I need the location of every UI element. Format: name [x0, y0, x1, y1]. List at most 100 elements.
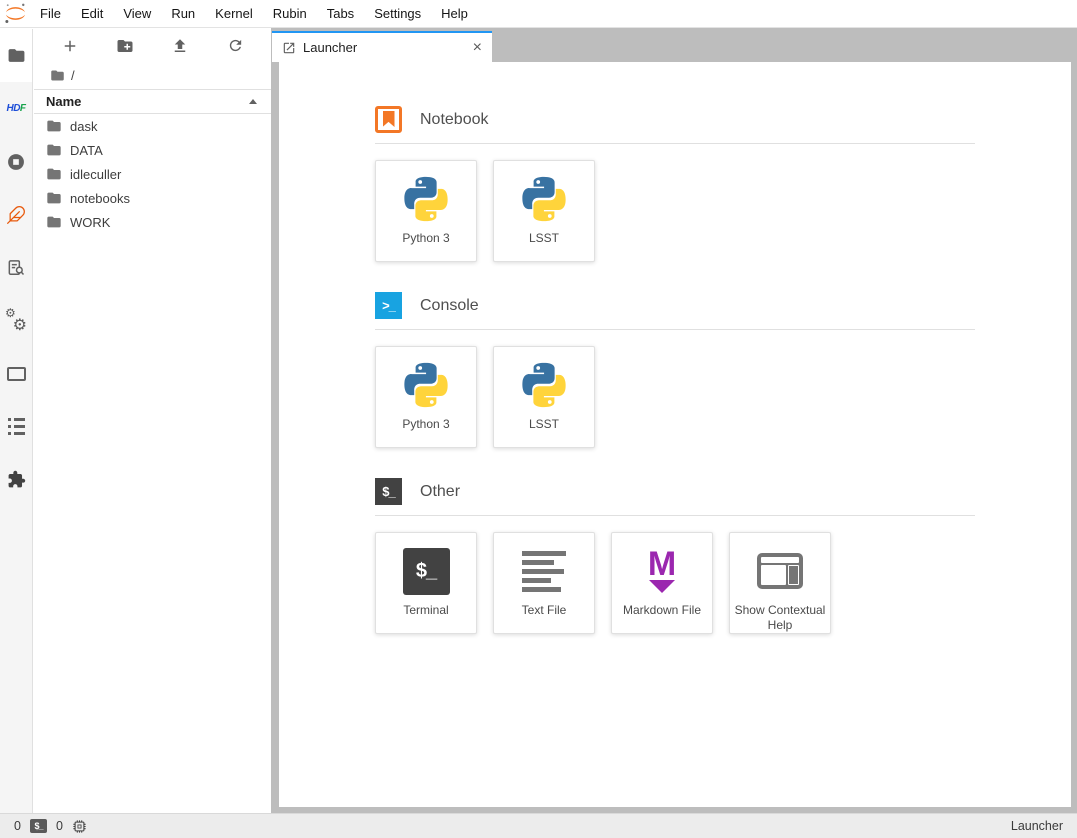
menu-settings[interactable]: Settings	[364, 0, 431, 28]
kernel-chip-icon	[72, 819, 87, 834]
card-label: Markdown File	[619, 603, 705, 618]
folder-row-idleculler[interactable]: idleculler	[34, 162, 271, 186]
menu-edit[interactable]: Edit	[71, 0, 113, 28]
launcher-card-notebook-lsst[interactable]: LSST	[493, 160, 595, 262]
running-kernels-icon	[6, 152, 26, 172]
menu-help[interactable]: Help	[431, 0, 478, 28]
folder-row-data[interactable]: DATA	[34, 138, 271, 162]
contextual-help-icon	[757, 553, 803, 589]
terminal-icon: $_	[403, 548, 450, 595]
puzzle-icon	[7, 470, 26, 489]
launcher-card-console-lsst[interactable]: LSST	[493, 346, 595, 448]
tab-title: Launcher	[303, 40, 357, 55]
terminal-icon: $_	[375, 478, 402, 505]
sidebar-tab-extension-manager[interactable]	[0, 453, 32, 506]
menu-tabs[interactable]: Tabs	[317, 0, 364, 28]
breadcrumb[interactable]: /	[34, 62, 271, 89]
new-folder-button[interactable]	[111, 33, 139, 59]
launcher-card-markdown-file[interactable]: M Markdown File	[611, 532, 713, 634]
card-label: LSST	[525, 231, 563, 246]
menu-kernel[interactable]: Kernel	[205, 0, 263, 28]
launcher-card-contextual-help[interactable]: Show Contextual Help	[729, 532, 831, 634]
folder-name: WORK	[70, 215, 110, 230]
terminal-icon: $_	[30, 819, 47, 833]
home-folder-icon	[50, 68, 65, 83]
folder-row-notebooks[interactable]: notebooks	[34, 186, 271, 210]
sidebar-tab-hdf5-viewer[interactable]: HDF	[0, 82, 32, 135]
python-logo-icon	[519, 171, 569, 227]
launcher-card-terminal[interactable]: $_ Terminal	[375, 532, 477, 634]
file-browser-panel: / Name dask DATA idleculler notebooks WO…	[34, 29, 271, 813]
sidebar-tab-dask[interactable]: ⚙⚙	[0, 294, 32, 347]
card-label: LSST	[525, 417, 563, 432]
list-icon	[8, 418, 25, 435]
launcher-icon	[282, 41, 296, 55]
folder-icon	[46, 118, 62, 134]
folder-icon	[7, 46, 26, 65]
console-icon: >_	[375, 292, 402, 319]
card-label: Show Contextual Help	[730, 603, 830, 633]
section-divider	[375, 515, 975, 516]
close-icon[interactable]: ×	[473, 40, 482, 56]
section-divider	[375, 329, 975, 330]
section-title: Other	[420, 483, 460, 501]
python-logo-icon	[401, 171, 451, 227]
folder-name: notebooks	[70, 191, 130, 206]
sidebar-tab-table-of-contents[interactable]	[0, 400, 32, 453]
tab-launcher[interactable]: Launcher ×	[272, 31, 492, 62]
running-sessions-status[interactable]: 0 $_ 0	[14, 819, 87, 834]
sidebar-tab-feather-extension[interactable]	[0, 188, 32, 241]
section-title: Notebook	[420, 111, 489, 129]
text-file-icon	[522, 551, 566, 592]
folder-icon	[46, 190, 62, 206]
menu-file[interactable]: File	[30, 0, 71, 28]
file-list-header[interactable]: Name	[34, 89, 271, 114]
card-label: Python 3	[398, 231, 453, 246]
folder-row-dask[interactable]: dask	[34, 114, 271, 138]
launcher-panel: Notebook Python 3	[279, 62, 1071, 807]
launcher-card-console-python3[interactable]: Python 3	[375, 346, 477, 448]
sidebar-tab-file-browser[interactable]	[0, 29, 32, 82]
terminal-count: 0	[14, 819, 21, 833]
folder-row-work[interactable]: WORK	[34, 210, 271, 234]
file-browser-toolbar	[34, 29, 271, 62]
breadcrumb-root: /	[71, 68, 75, 83]
launcher-section-console: >_ Console Python 3	[375, 292, 975, 448]
menu-view[interactable]: View	[113, 0, 161, 28]
card-label: Python 3	[398, 417, 453, 432]
folder-icon	[46, 142, 62, 158]
menu-rubin[interactable]: Rubin	[263, 0, 317, 28]
folder-name: DATA	[70, 143, 103, 158]
main-dock-panel: Launcher × Notebook	[271, 28, 1077, 813]
python-logo-icon	[519, 357, 569, 413]
sidebar-tab-inspector[interactable]	[0, 241, 32, 294]
sidebar-tab-running-sessions[interactable]	[0, 135, 32, 188]
left-sidebar: HDF ⚙⚙	[0, 29, 33, 813]
column-name-label: Name	[46, 94, 81, 109]
launcher-section-notebook: Notebook Python 3	[375, 106, 975, 262]
status-bar: 0 $_ 0 Launcher	[0, 813, 1077, 838]
menu-run[interactable]: Run	[161, 0, 205, 28]
launcher-card-text-file[interactable]: Text File	[493, 532, 595, 634]
launcher-card-notebook-python3[interactable]: Python 3	[375, 160, 477, 262]
sort-ascending-icon	[249, 99, 257, 104]
launcher-section-other: $_ Other $_ Terminal	[375, 478, 975, 634]
gears-icon: ⚙⚙	[5, 310, 27, 332]
current-activity-label: Launcher	[1011, 819, 1063, 833]
python-logo-icon	[401, 357, 451, 413]
window-icon	[7, 367, 26, 381]
hdf5-icon: HDF	[6, 103, 25, 114]
refresh-button[interactable]	[221, 33, 249, 59]
folder-icon	[46, 214, 62, 230]
document-search-icon	[6, 258, 26, 278]
upload-button[interactable]	[166, 33, 194, 59]
new-launcher-button[interactable]	[56, 33, 84, 59]
folder-name: dask	[70, 119, 97, 134]
section-divider	[375, 143, 975, 144]
sidebar-tab-sessions-panel[interactable]	[0, 347, 32, 400]
card-label: Text File	[518, 603, 571, 618]
jupyter-logo-icon	[0, 2, 30, 25]
notebook-icon	[375, 106, 402, 133]
menu-bar: File Edit View Run Kernel Rubin Tabs Set…	[0, 0, 1077, 28]
section-title: Console	[420, 297, 479, 315]
